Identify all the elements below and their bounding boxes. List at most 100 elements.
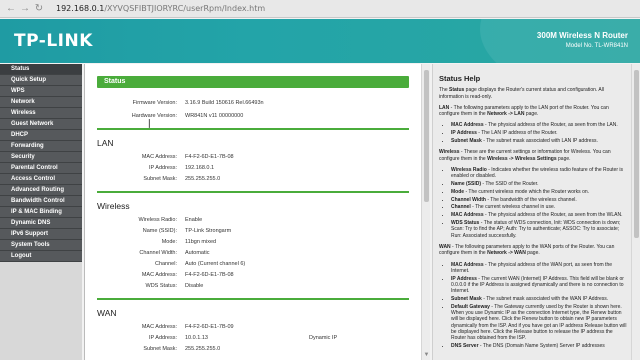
help-wan-paragraph: WAN - The following parameters apply to … [439,244,627,257]
help-intro-text: page displays the Router's current statu… [439,87,604,100]
sidebar-menu: Status Quick Setup WPS Network Wireless … [0,64,82,360]
sidebar-item-system-tools[interactable]: System Tools [0,240,82,251]
help-list-item: MAC Address - The physical address of th… [451,122,627,128]
back-arrow-icon[interactable]: ← [6,0,16,18]
lan-mask-row: Subnet Mask: 255.255.255.0 [97,174,409,185]
help-wan-link: Network -> WAN [487,250,526,257]
help-lan-bold: LAN [439,104,450,111]
lan-ip-value: 192.168.0.1 [185,165,215,171]
forward-arrow-icon[interactable]: → [20,0,30,18]
content-scrollbar[interactable]: ▼ [421,64,430,360]
help-wan-end: page. [525,250,540,257]
hardware-row: Hardware Version: WR841N v11 00000000 [97,111,409,122]
help-intro: The Status page displays the Router's cu… [439,87,627,100]
help-scrollbar-thumb[interactable] [634,70,639,238]
wireless-mode-value: 11bgn mixed [185,239,217,245]
wireless-width-label: Channel Width: [139,250,177,256]
status-content-frame: Status Firmware Version: 3.16.9 Build 15… [84,64,430,360]
wireless-width-row: Channel Width: Automatic [97,248,409,259]
sidebar-item-bandwidth-control[interactable]: Bandwidth Control [0,196,82,207]
help-term: Channel [451,204,471,211]
wan-mask-value: 255.255.255.0 [185,346,221,352]
help-list-item: Channel - The current wireless channel i… [451,204,627,210]
help-desc: - The subnet mask associated with LAN IP… [481,138,598,145]
sidebar-item-wps[interactable]: WPS [0,86,82,97]
help-term: DNS Server [451,343,479,350]
sidebar-item-access-control[interactable]: Access Control [0,174,82,185]
product-title: 300M Wireless N Router [536,31,628,40]
help-term: IP Address [451,275,477,282]
wan-ip-row: IP Address: 10.0.1.13 Dynamic IP [97,333,409,344]
sidebar-item-forwarding[interactable]: Forwarding [0,141,82,152]
url-field[interactable]: 192.168.0.1/XYVQSFIBTJIORYRC/userRpm/Ind… [56,4,265,13]
sidebar-item-network[interactable]: Network [0,97,82,108]
firmware-value: 3.16.9 Build 150616 Rel.66493n [185,100,264,106]
help-lan-paragraph: LAN - The following parameters apply to … [439,105,627,118]
help-list-item: Name (SSID) - The SSID of the Router. [451,181,627,187]
hardware-label: Hardware Version: [131,113,177,119]
help-desc: - The bandwidth of the wireless channel. [485,196,577,203]
wireless-wds-value: Disable [185,283,204,289]
url-host: 192.168.0.1 [56,4,105,13]
scroll-down-arrow-icon[interactable]: ▼ [422,351,430,360]
sidebar-item-ip-mac-binding[interactable]: IP & MAC Binding [0,207,82,218]
help-term: MAC Address [451,261,484,268]
help-intro-text: The [439,87,450,94]
status-heading-bar: Status [97,76,409,88]
lan-mac-label: MAC Address: [141,154,177,160]
sidebar-item-logout[interactable]: Logout [0,251,82,262]
help-wan-list: MAC Address - The physical address of th… [451,262,627,350]
wan-ip-value: 10.0.1.13 [185,335,208,341]
sidebar-item-dhcp[interactable]: DHCP [0,130,82,141]
wan-mask-label: Subnet Mask: [143,346,177,352]
help-term: MAC Address [451,212,484,219]
help-list-item: Channel Width - The bandwidth of the wir… [451,197,627,203]
sidebar-item-dynamic-dns[interactable]: Dynamic DNS [0,218,82,229]
wan-mac-value: F4-F2-6D-E1-7B-09 [185,324,234,330]
sidebar-item-parental-control[interactable]: Parental Control [0,163,82,174]
help-list-item: IP Address - The LAN IP address of the R… [451,130,627,136]
content-scrollbar-thumb[interactable] [424,70,429,202]
wireless-ssid-value: TP-Link Strongarm [185,228,232,234]
help-desc: - The current wireless channel in use. [470,204,556,211]
lan-mac-row: MAC Address: F4-F2-6D-E1-7B-08 [97,152,409,163]
sidebar-item-wireless[interactable]: Wireless [0,108,82,119]
help-wireless-bold: Wireless [439,149,460,156]
help-term: Subnet Mask [451,138,482,145]
wireless-channel-label: Channel: [154,261,177,267]
sidebar-item-guest-network[interactable]: Guest Network [0,119,82,130]
wireless-section-title: Wireless [97,201,130,211]
help-desc: - The current WAN (Internet) IP Address.… [451,275,624,295]
sidebar-item-status[interactable]: Status [0,64,82,75]
sidebar-item-security[interactable]: Security [0,152,82,163]
wireless-ssid-label: Name (SSID): [142,228,177,234]
help-list-item: Default Gateway - The Gateway currently … [451,304,627,342]
help-wireless-list: Wireless Radio - Indicates whether the w… [451,167,627,239]
help-title: Status Help [439,74,481,83]
help-wireless-end: page. [556,155,571,162]
tp-link-logo: TP-LINK [14,31,93,51]
help-wan-bold: WAN [439,243,451,250]
help-desc: - The SSID of the Router. [481,181,539,188]
help-lan-link: Network -> LAN [487,111,525,118]
wan-ip-label: IP Address: [148,335,177,341]
sidebar-item-ipv6-support[interactable]: IPv6 Support [0,229,82,240]
wan-section-title: WAN [97,308,117,318]
lan-section-title: LAN [97,138,114,148]
help-wireless-link: Wireless -> Wireless Settings [487,155,557,162]
help-intro-bold: Status [449,87,465,94]
help-lan-end: page. [524,111,539,118]
reload-icon[interactable]: ↻ [34,0,44,18]
help-term: Mode [451,188,465,195]
section-divider [97,128,409,130]
help-list-item: WDS Status - The status of WDS connectio… [451,220,627,239]
lan-mask-value: 255.255.255.0 [185,176,221,182]
wireless-mac-value: F4-F2-6D-E1-7B-08 [185,272,234,278]
help-term: WDS Status [451,220,480,227]
help-desc: - The physical address of the Router, as… [483,122,618,129]
wan-connection-type: Dynamic IP [309,335,338,341]
sidebar-item-quick-setup[interactable]: Quick Setup [0,75,82,86]
help-scrollbar[interactable] [631,64,640,360]
wireless-channel-value: Auto (Current channel 6) [185,261,246,267]
sidebar-item-advanced-routing[interactable]: Advanced Routing [0,185,82,196]
